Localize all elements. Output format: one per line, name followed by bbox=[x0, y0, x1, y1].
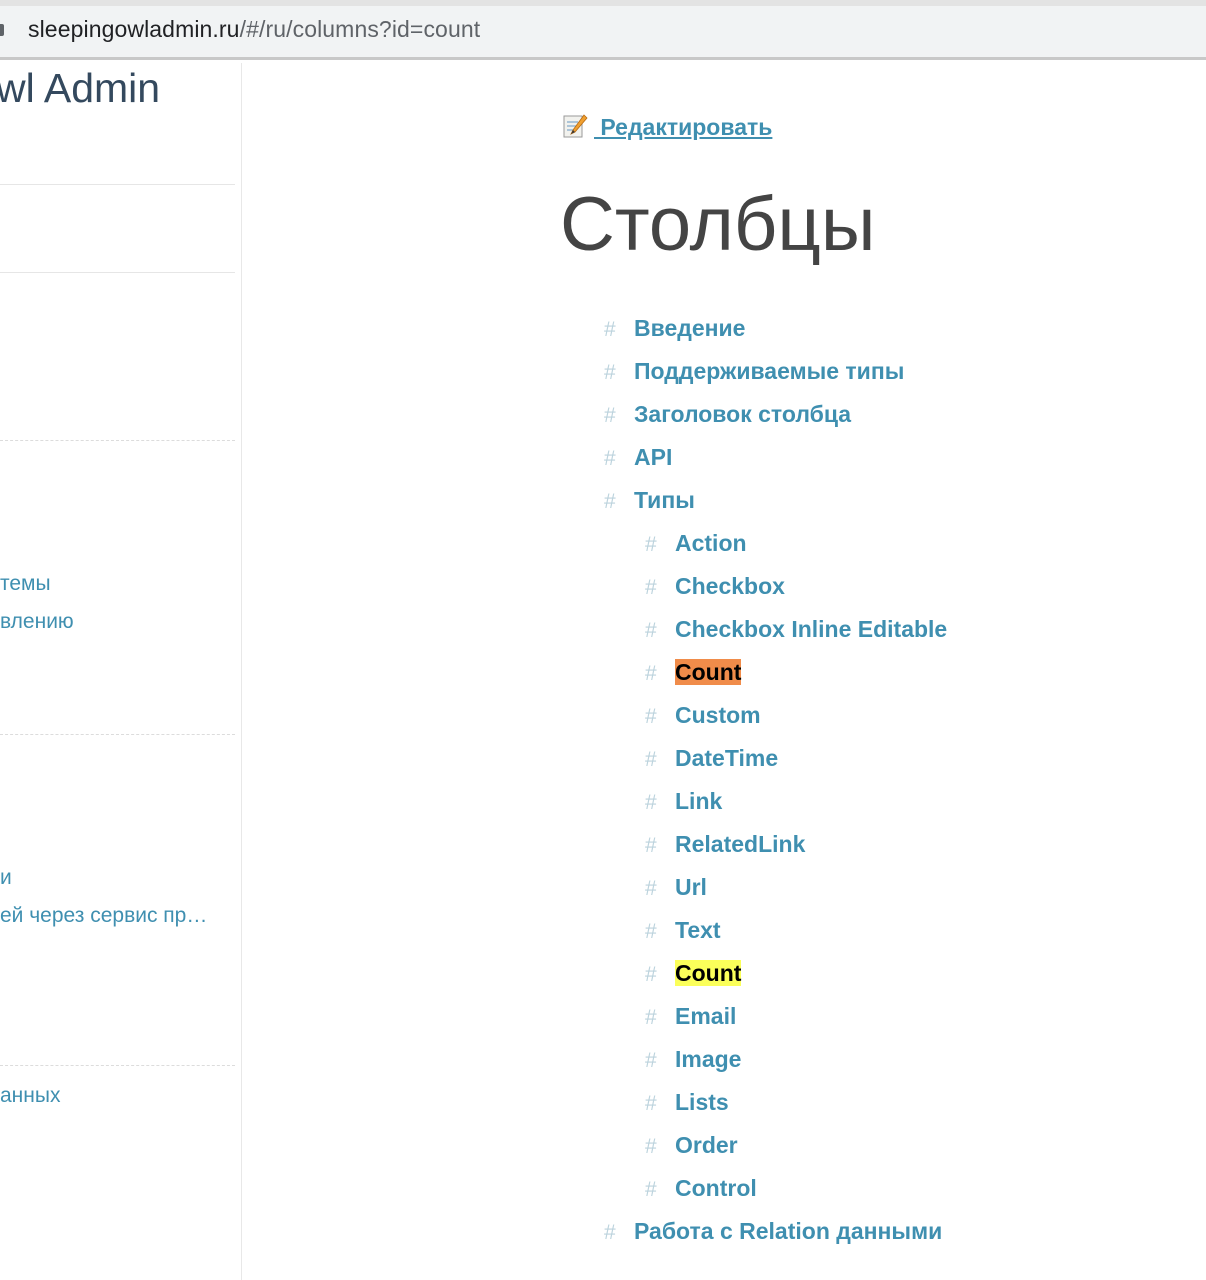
anchor-hash-icon[interactable]: # bbox=[604, 487, 634, 517]
toc-link[interactable]: Заголовок столбца bbox=[634, 401, 851, 427]
toc-link[interactable]: Control bbox=[675, 1175, 757, 1201]
anchor-hash-icon[interactable]: # bbox=[645, 616, 675, 646]
anchor-hash-icon[interactable]: # bbox=[645, 659, 675, 689]
toc-item[interactable]: # Работа с Relation данными bbox=[604, 1216, 942, 1246]
anchor-hash-icon[interactable]: # bbox=[604, 444, 634, 474]
sidebar-divider bbox=[0, 440, 235, 441]
toc-link[interactable]: Работа с Relation данными bbox=[634, 1218, 942, 1244]
anchor-hash-icon[interactable]: # bbox=[645, 1175, 675, 1205]
toc-link[interactable]: RelatedLink bbox=[675, 831, 805, 857]
toc-link[interactable]: Link bbox=[675, 788, 722, 814]
toc-item[interactable]: # Типы bbox=[604, 485, 695, 515]
toc-item[interactable]: # Control bbox=[645, 1173, 757, 1203]
toc-item[interactable]: # RelatedLink bbox=[645, 829, 805, 859]
anchor-hash-icon[interactable]: # bbox=[604, 1218, 634, 1248]
toc-item[interactable]: # Email bbox=[645, 1001, 736, 1031]
sidebar-divider bbox=[0, 184, 235, 185]
anchor-hash-icon[interactable]: # bbox=[645, 573, 675, 603]
anchor-hash-icon[interactable]: # bbox=[645, 960, 675, 990]
toc-item[interactable]: # Text bbox=[645, 915, 721, 945]
toc-item[interactable]: # Checkbox bbox=[645, 571, 785, 601]
toc-link[interactable]: Email bbox=[675, 1003, 736, 1029]
toc-item[interactable]: # Заголовок столбца bbox=[604, 399, 851, 429]
sidebar: wl Admin темы влению и ей через сервис п… bbox=[0, 63, 242, 1280]
toc-item[interactable]: # Поддерживаемые типы bbox=[604, 356, 904, 386]
toc-item[interactable]: # API bbox=[604, 442, 672, 472]
toc-link[interactable]: API bbox=[634, 444, 672, 470]
toc-item[interactable]: # Action bbox=[645, 528, 747, 558]
sidebar-link[interactable]: темы bbox=[0, 572, 51, 596]
toc-link[interactable]: Url bbox=[675, 874, 707, 900]
main-content: Редактировать Столбцы # Введение # Поддержи… bbox=[242, 63, 1206, 1280]
toc-link[interactable]: Image bbox=[675, 1046, 741, 1072]
anchor-hash-icon[interactable]: # bbox=[604, 358, 634, 388]
toc-item[interactable]: # Custom bbox=[645, 700, 761, 730]
toc-item[interactable]: # Count bbox=[645, 958, 742, 990]
anchor-hash-icon[interactable]: # bbox=[645, 788, 675, 818]
page-title: Столбцы bbox=[560, 182, 876, 267]
anchor-hash-icon[interactable]: # bbox=[645, 702, 675, 732]
sidebar-link[interactable]: ей через сервис пр… bbox=[0, 904, 207, 928]
toc-link[interactable]: Text bbox=[675, 917, 721, 943]
sidebar-link[interactable]: и bbox=[0, 866, 12, 890]
url-text[interactable]: sleepingowladmin.ru/#/ru/columns?id=coun… bbox=[28, 16, 480, 43]
toc-item[interactable]: # Checkbox Inline Editable bbox=[645, 614, 947, 644]
toc-item[interactable]: # Lists bbox=[645, 1087, 729, 1117]
anchor-hash-icon[interactable]: # bbox=[645, 1132, 675, 1162]
edit-link-label: Редактировать bbox=[594, 114, 773, 140]
sidebar-divider bbox=[0, 272, 235, 273]
browser-address-bar[interactable]: sleepingowladmin.ru/#/ru/columns?id=coun… bbox=[0, 0, 1206, 60]
sidebar-divider bbox=[0, 1065, 235, 1066]
toc-link[interactable]: Checkbox Inline Editable bbox=[675, 616, 947, 642]
url-host: sleepingowladmin.ru bbox=[28, 16, 240, 42]
anchor-hash-icon[interactable]: # bbox=[645, 745, 675, 775]
sidebar-link[interactable]: влению bbox=[0, 610, 74, 634]
anchor-hash-icon[interactable]: # bbox=[645, 1003, 675, 1033]
anchor-hash-icon[interactable]: # bbox=[604, 315, 634, 345]
toc-link[interactable]: Checkbox bbox=[675, 573, 785, 599]
edit-link[interactable]: Редактировать bbox=[562, 113, 772, 141]
toc-link[interactable]: Введение bbox=[634, 315, 745, 341]
anchor-hash-icon[interactable]: # bbox=[645, 874, 675, 904]
memo-icon bbox=[563, 114, 588, 138]
toc-item[interactable]: # Order bbox=[645, 1130, 738, 1160]
sidebar-link[interactable]: анных bbox=[0, 1084, 60, 1108]
toc-link[interactable]: Типы bbox=[634, 487, 695, 513]
url-path: /#/ru/columns?id=count bbox=[239, 16, 481, 42]
anchor-hash-icon[interactable]: # bbox=[645, 831, 675, 861]
toc-link[interactable]: Action bbox=[675, 530, 747, 556]
anchor-hash-icon[interactable]: # bbox=[604, 401, 634, 431]
anchor-hash-icon[interactable]: # bbox=[645, 1046, 675, 1076]
browser-top-strip bbox=[0, 0, 1206, 6]
sidebar-divider bbox=[0, 734, 235, 735]
toc-item[interactable]: # Image bbox=[645, 1044, 741, 1074]
toc-link[interactable]: Lists bbox=[675, 1089, 729, 1115]
anchor-hash-icon[interactable]: # bbox=[645, 1089, 675, 1119]
toc-link[interactable]: Order bbox=[675, 1132, 738, 1158]
anchor-hash-icon[interactable]: # bbox=[645, 917, 675, 947]
toc-item[interactable]: # Link bbox=[645, 786, 722, 816]
toc-link[interactable]: Custom bbox=[675, 702, 761, 728]
toc-item[interactable]: # Count bbox=[645, 657, 742, 689]
toc-item[interactable]: # DateTime bbox=[645, 743, 778, 773]
anchor-hash-icon[interactable]: # bbox=[645, 530, 675, 560]
toc-item[interactable]: # Введение bbox=[604, 313, 745, 343]
lock-icon[interactable] bbox=[0, 24, 4, 36]
toc-link[interactable]: Поддерживаемые типы bbox=[634, 358, 904, 384]
toc-link[interactable]: Count bbox=[675, 659, 742, 685]
toc-item[interactable]: # Url bbox=[645, 872, 707, 902]
toc-link[interactable]: Count bbox=[675, 960, 742, 986]
toc-link[interactable]: DateTime bbox=[675, 745, 778, 771]
app-title[interactable]: wl Admin bbox=[0, 65, 160, 112]
